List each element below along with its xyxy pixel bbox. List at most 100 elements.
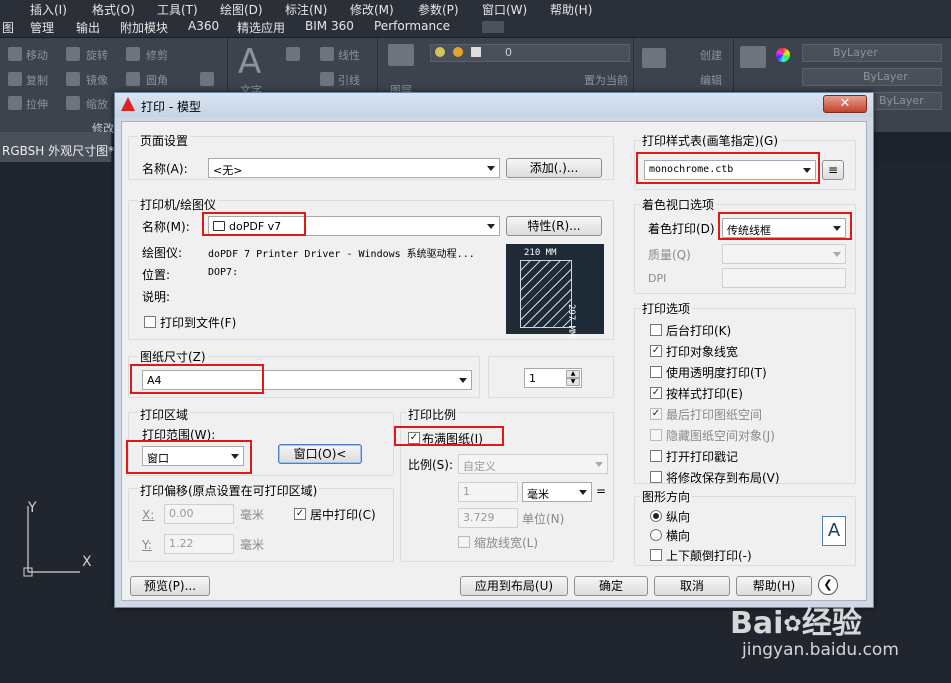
copies-spinner[interactable]: 1 ▲ ▼ xyxy=(524,368,582,388)
plot-option-checkbox[interactable] xyxy=(650,324,662,336)
mirror-icon xyxy=(66,72,80,86)
menu-window[interactable]: 窗口(W) xyxy=(482,1,527,18)
menu-insert[interactable]: 插入(I) xyxy=(30,1,67,18)
tab-manage[interactable]: 管理 xyxy=(30,19,54,36)
menu-format[interactable]: 格式(O) xyxy=(92,1,135,18)
menu-draw[interactable]: 绘图(D) xyxy=(220,1,263,18)
plotter-properties-button[interactable]: 特性(R)... xyxy=(506,216,602,236)
menu-parametric[interactable]: 参数(P) xyxy=(418,1,459,18)
offset-x-input[interactable]: 0.00 xyxy=(164,504,234,524)
scale-inches-input[interactable]: 1 xyxy=(458,482,518,502)
trim-button[interactable]: 修剪 xyxy=(146,47,168,63)
help-button[interactable]: 帮助(H) xyxy=(736,576,812,596)
upside-down-checkbox[interactable] xyxy=(650,549,662,561)
add-page-setup-button[interactable]: 添加(.)... xyxy=(506,158,602,178)
linear-button[interactable]: 线性 xyxy=(338,47,360,63)
move-button[interactable]: 移动 xyxy=(26,47,48,63)
dialog-titlebar[interactable]: 打印 - 模型 ✕ xyxy=(115,93,873,117)
apply-to-layout-button[interactable]: 应用到布局(U) xyxy=(460,576,568,596)
edit-block-button[interactable]: 编辑 xyxy=(700,72,722,88)
menu-modify[interactable]: 修改(M) xyxy=(350,1,394,18)
tab-a360[interactable]: A360 xyxy=(188,19,219,33)
plot-option-checkbox[interactable]: ✓ xyxy=(650,345,662,357)
match-properties-icon[interactable] xyxy=(740,46,766,68)
copy-button[interactable]: 复制 xyxy=(26,72,48,88)
collapse-icon[interactable]: ❮ xyxy=(818,575,838,595)
menu-bar: 插入(I) 格式(O) 工具(T) 绘图(D) 标注(N) 修改(M) 参数(P… xyxy=(0,0,951,18)
quality-select[interactable] xyxy=(722,244,846,264)
tab-view[interactable]: 图 xyxy=(2,19,14,36)
page-setup-name-value: <无> xyxy=(213,164,243,177)
plot-option-label: 打开打印戳记 xyxy=(666,450,739,464)
fillet-button[interactable]: 圆角 xyxy=(146,72,168,88)
paper-preview-width: 210 MM xyxy=(524,248,557,258)
tab-addins[interactable]: 附加模块 xyxy=(120,19,168,36)
dpi-label: DPI xyxy=(648,272,667,285)
preview-button[interactable]: 预览(P)... xyxy=(130,576,210,596)
layer-properties-icon[interactable] xyxy=(388,44,414,66)
text-icon[interactable]: A xyxy=(238,42,261,82)
chevron-down-icon xyxy=(459,378,467,383)
leader-button[interactable]: 引线 xyxy=(338,72,360,88)
plot-option-checkbox[interactable] xyxy=(650,429,662,441)
scale-lineweights-checkbox[interactable] xyxy=(458,536,470,548)
sun-icon xyxy=(453,47,463,57)
scale-select[interactable]: 自定义 xyxy=(458,454,608,474)
plot-option-checkbox[interactable] xyxy=(650,450,662,462)
stretch-button[interactable]: 拉伸 xyxy=(26,96,48,112)
copy-icon xyxy=(8,72,22,86)
close-button[interactable]: ✕ xyxy=(823,95,867,113)
spin-up-icon[interactable]: ▲ xyxy=(566,370,580,378)
tab-output[interactable]: 输出 xyxy=(76,19,100,36)
linetype-dropdown[interactable]: ByLayer xyxy=(802,68,942,86)
dpi-input[interactable] xyxy=(722,268,846,288)
tab-featured-apps[interactable]: 精选应用 xyxy=(237,19,285,36)
layer-dropdown[interactable]: 0 xyxy=(430,44,630,62)
plot-option-checkbox[interactable]: ✓ xyxy=(650,387,662,399)
menu-dimension[interactable]: 标注(N) xyxy=(285,1,327,18)
set-current-button[interactable]: 置为当前 xyxy=(584,72,628,88)
watermark-logo: Bai✿经验 xyxy=(730,598,862,642)
create-block-button[interactable]: 创建 xyxy=(700,47,722,63)
orientation-page-icon: A xyxy=(822,516,846,546)
scale-unit-select[interactable]: 毫米 xyxy=(522,482,592,502)
plot-option-label: 按样式打印(E) xyxy=(666,387,743,401)
menu-help[interactable]: 帮助(H) xyxy=(550,1,592,18)
scale-button[interactable]: 缩放 xyxy=(86,96,108,112)
offset-y-label: Y: xyxy=(142,538,152,552)
plot-option-checkbox[interactable]: ✓ xyxy=(650,408,662,420)
ribbon-tab-bar: 图 管理 输出 附加模块 A360 精选应用 BIM 360 Performan… xyxy=(0,18,951,38)
plot-option-checkbox[interactable] xyxy=(650,366,662,378)
page-setup-name-select[interactable]: <无> xyxy=(208,158,500,178)
landscape-label: 横向 xyxy=(666,529,691,543)
scale-units-input[interactable]: 3.729 xyxy=(458,508,518,528)
menu-tools[interactable]: 工具(T) xyxy=(157,1,198,18)
document-tab[interactable]: RGBSH 外观尺寸图* xyxy=(0,132,114,162)
plotter-driver-label: 绘图仪: xyxy=(142,246,183,260)
center-plot-checkbox[interactable]: ✓ xyxy=(294,508,306,520)
chevron-down-icon xyxy=(833,252,841,257)
plot-option-checkbox[interactable] xyxy=(650,471,662,483)
ok-button[interactable]: 确定 xyxy=(574,576,648,596)
spin-down-icon[interactable]: ▼ xyxy=(566,378,580,386)
ribbon-toggle-button[interactable] xyxy=(482,21,504,33)
tab-bim360[interactable]: BIM 360 xyxy=(305,19,354,33)
plot-to-file-checkbox[interactable] xyxy=(144,316,156,328)
move-icon xyxy=(8,47,22,61)
linetype-value: ByLayer xyxy=(863,70,908,83)
explode-icon[interactable] xyxy=(200,72,214,86)
rotate-button[interactable]: 旋转 xyxy=(86,47,108,63)
scale-unit-value: 毫米 xyxy=(527,488,549,501)
color-dropdown[interactable]: ByLayer xyxy=(802,44,942,62)
tab-performance[interactable]: Performance xyxy=(374,19,450,33)
cancel-button[interactable]: 取消 xyxy=(654,576,730,596)
window-pick-button[interactable]: 窗口(O)< xyxy=(278,444,362,464)
portrait-radio[interactable] xyxy=(650,510,662,522)
insert-block-icon[interactable] xyxy=(642,48,666,68)
offset-y-input[interactable]: 1.22 xyxy=(164,534,234,554)
mirror-button[interactable]: 镜像 xyxy=(86,72,108,88)
color-wheel-icon[interactable] xyxy=(776,48,790,62)
offset-x-unit: 毫米 xyxy=(240,508,265,522)
landscape-radio[interactable] xyxy=(650,529,662,541)
edit-plot-style-icon[interactable]: ≡ xyxy=(822,160,844,180)
